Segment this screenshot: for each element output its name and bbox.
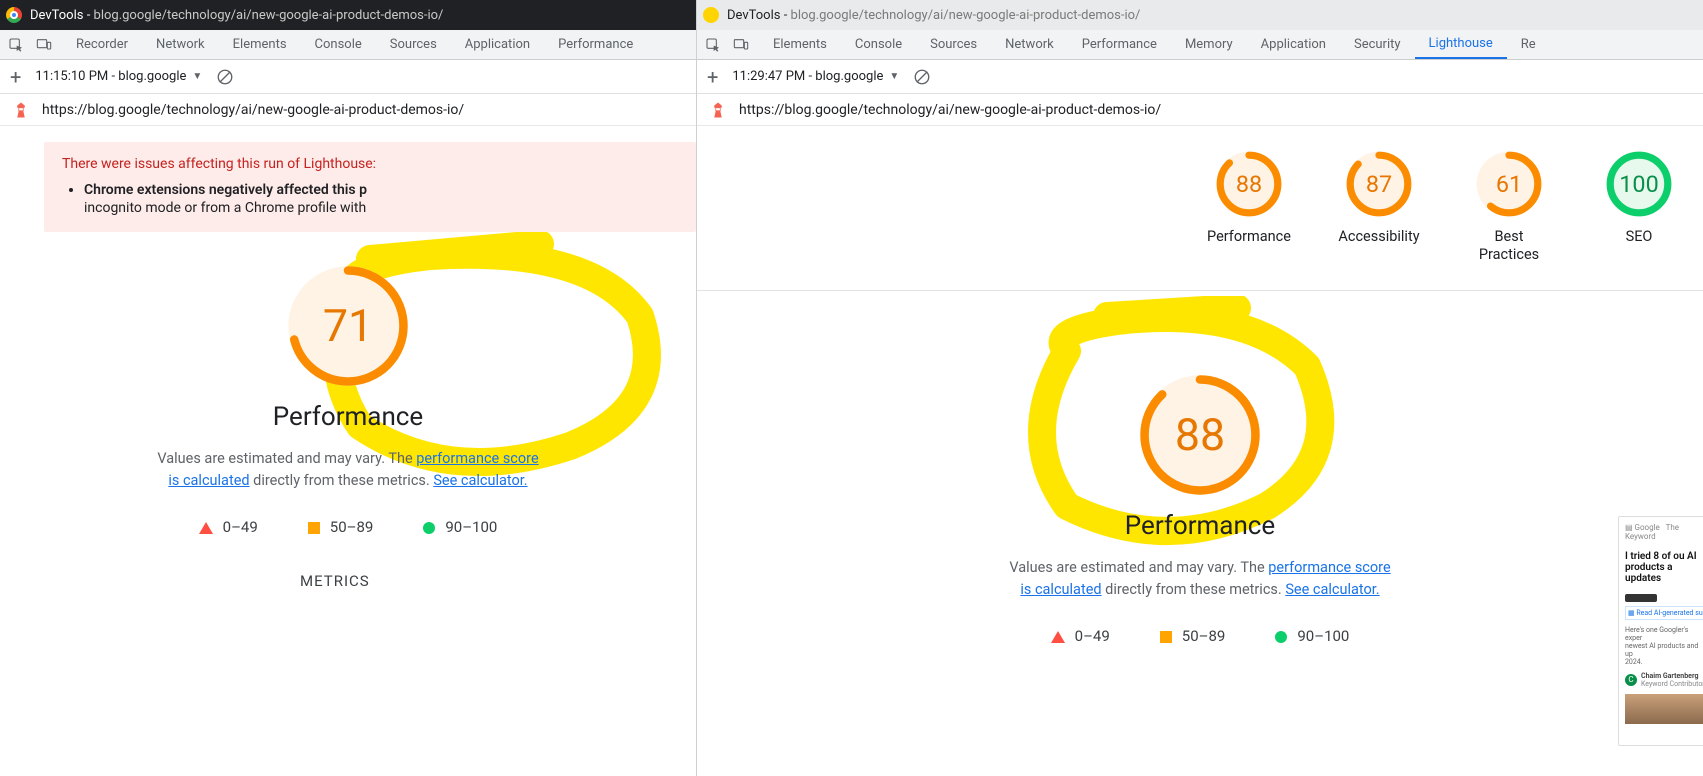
report-time-label: 11:29:47 PM - blog.google	[732, 69, 883, 84]
report-toolbar: + 11:29:47 PM - blog.google ▼	[697, 60, 1703, 94]
chevron-down-icon: ▼	[192, 71, 202, 82]
category-gauges: 88Performance 87Accessibility 61BestPracti…	[697, 136, 1703, 268]
performance-gauge: 88	[1136, 371, 1264, 499]
tab-network[interactable]: Network	[142, 30, 219, 59]
device-toolbar-icon[interactable]	[34, 35, 54, 55]
tab-performance[interactable]: Performance	[1068, 30, 1171, 59]
tab-memory[interactable]: Memory	[1171, 30, 1247, 59]
svg-text:61: 61	[1496, 170, 1522, 198]
panel-tabs-toolbar: RecorderNetworkElementsConsoleSourcesApp…	[0, 30, 696, 60]
report-toolbar: + 11:15:10 PM - blog.google ▼	[0, 60, 696, 94]
lighthouse-icon	[12, 101, 30, 119]
window-titlebar: DevTools - blog.google/technology/ai/new…	[0, 0, 696, 30]
legend-fail-icon	[1051, 631, 1065, 643]
clear-icon[interactable]	[913, 68, 931, 86]
legend-pass-icon	[1275, 631, 1287, 643]
tab-sources[interactable]: Sources	[916, 30, 991, 59]
is-calculated-link[interactable]: is calculated	[1020, 581, 1101, 598]
svg-text:100: 100	[1619, 170, 1658, 198]
see-calculator-link[interactable]: See calculator.	[433, 472, 527, 489]
svg-text:88: 88	[1236, 170, 1262, 198]
score-legend: 0–49 50–89 90–100	[0, 518, 696, 536]
panel-tab-strip: ElementsConsoleSourcesNetworkPerformance…	[759, 30, 1550, 59]
report-url-row: https://blog.google/technology/ai/new-go…	[0, 94, 696, 126]
report-url: https://blog.google/technology/ai/new-go…	[739, 102, 1161, 118]
clear-icon[interactable]	[216, 68, 234, 86]
legend-average-icon	[1160, 631, 1172, 643]
device-toolbar-icon[interactable]	[731, 35, 751, 55]
gauge-performance[interactable]: 88Performance	[1199, 148, 1299, 264]
section-divider	[697, 290, 1703, 291]
report-time-label: 11:15:10 PM - blog.google	[35, 69, 186, 84]
tab-console[interactable]: Console	[841, 30, 916, 59]
warning-heading: There were issues affecting this run of …	[62, 156, 376, 172]
tab-network[interactable]: Network	[991, 30, 1068, 59]
tab-elements[interactable]: Elements	[219, 30, 301, 59]
tab-console[interactable]: Console	[301, 30, 376, 59]
lighthouse-warning: There were issues affecting this run of …	[44, 142, 696, 232]
score-legend: 0–49 50–89 90–100	[697, 627, 1703, 645]
performance-score-link[interactable]: performance score	[1268, 559, 1390, 576]
chevron-down-icon: ▼	[889, 71, 899, 82]
performance-gauge: 71	[284, 262, 412, 390]
performance-gauge-block: 88 Performance Values are estimated and …	[697, 371, 1703, 645]
performance-note: Values are estimated and may vary. The p…	[697, 557, 1703, 601]
chrome-icon	[6, 7, 22, 23]
metrics-heading: METRICS	[300, 572, 696, 590]
title-prefix: DevTools -	[727, 8, 791, 23]
report-content: There were issues affecting this run of …	[0, 126, 696, 776]
tab-recorder[interactable]: Recorder	[62, 30, 142, 59]
tab-re[interactable]: Re	[1507, 30, 1550, 59]
legend-pass-icon	[423, 522, 435, 534]
svg-text:87: 87	[1366, 170, 1392, 198]
report-url-row: https://blog.google/technology/ai/new-go…	[697, 94, 1703, 126]
new-report-button[interactable]: +	[707, 67, 718, 87]
performance-label: Performance	[0, 402, 696, 432]
gauge-best-practices[interactable]: 61BestPractices	[1459, 148, 1559, 264]
inspect-element-icon[interactable]	[6, 35, 26, 55]
chrome-canary-icon	[703, 7, 719, 23]
legend-fail-icon	[199, 522, 213, 534]
panel-tabs-toolbar: ElementsConsoleSourcesNetworkPerformance…	[697, 30, 1703, 60]
report-content: 88Performance87Accessibility61BestPracti…	[697, 126, 1703, 776]
is-calculated-link[interactable]: is calculated	[168, 472, 249, 489]
window-titlebar: DevTools - blog.google/technology/ai/new…	[697, 0, 1703, 30]
tab-application[interactable]: Application	[1247, 30, 1340, 59]
see-calculator-link[interactable]: See calculator.	[1285, 581, 1379, 598]
lighthouse-icon	[709, 101, 727, 119]
gauge-accessibility[interactable]: 87Accessibility	[1329, 148, 1429, 264]
panel-tab-strip: RecorderNetworkElementsConsoleSourcesApp…	[62, 30, 647, 59]
gauge-seo[interactable]: 100SEO	[1589, 148, 1689, 264]
title-url: blog.google/technology/ai/new-google-ai-…	[791, 8, 1141, 23]
devtools-window-right: DevTools - blog.google/technology/ai/new…	[697, 0, 1703, 776]
inspect-element-icon[interactable]	[703, 35, 723, 55]
tab-security[interactable]: Security	[1340, 30, 1415, 59]
new-report-button[interactable]: +	[10, 67, 21, 87]
warning-item-rest: incognito mode or from a Chrome profile …	[84, 200, 678, 216]
performance-score: 71	[323, 299, 373, 352]
title-prefix: DevTools -	[30, 8, 94, 23]
performance-note: Values are estimated and may vary. The p…	[0, 448, 696, 492]
performance-gauge-block: 71 Performance Values are estimated and …	[0, 262, 696, 590]
warning-item-bold: Chrome extensions negatively affected th…	[84, 182, 367, 198]
performance-score-link[interactable]: performance score	[416, 450, 538, 467]
report-selector[interactable]: 11:15:10 PM - blog.google ▼	[35, 69, 202, 84]
devtools-window-left: DevTools - blog.google/technology/ai/new…	[0, 0, 697, 776]
tab-application[interactable]: Application	[451, 30, 544, 59]
tab-lighthouse[interactable]: Lighthouse	[1415, 30, 1507, 59]
report-url: https://blog.google/technology/ai/new-go…	[42, 102, 464, 118]
tab-sources[interactable]: Sources	[376, 30, 451, 59]
legend-average-icon	[308, 522, 320, 534]
performance-label: Performance	[697, 511, 1703, 541]
title-url: blog.google/technology/ai/new-google-ai-…	[94, 8, 444, 23]
tab-elements[interactable]: Elements	[759, 30, 841, 59]
tab-performance[interactable]: Performance	[544, 30, 647, 59]
report-selector[interactable]: 11:29:47 PM - blog.google ▼	[732, 69, 899, 84]
performance-score: 88	[1175, 408, 1225, 461]
